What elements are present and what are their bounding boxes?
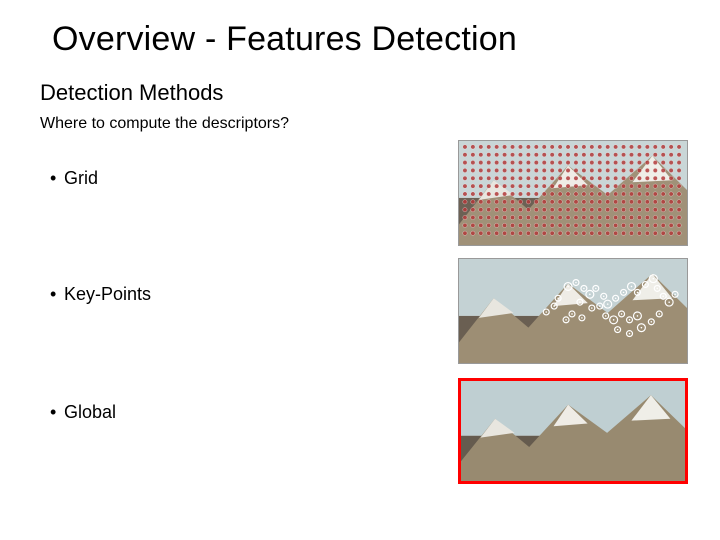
bullet-label: Key-Points bbox=[64, 284, 151, 304]
figure-global bbox=[458, 378, 688, 484]
bullet-grid: • Grid bbox=[50, 168, 98, 189]
bullet-label: Grid bbox=[64, 168, 98, 188]
bullet-global: • Global bbox=[50, 402, 116, 423]
slide-features-detection: Overview - Features Detection Detection … bbox=[0, 0, 720, 540]
slide-question: Where to compute the descriptors? bbox=[40, 115, 289, 133]
slide-subtitle: Detection Methods bbox=[40, 80, 223, 106]
bullet-dot-icon: • bbox=[50, 168, 56, 189]
figure-key-points bbox=[458, 258, 688, 364]
figure-grid bbox=[458, 140, 688, 246]
bullet-key-points: • Key-Points bbox=[50, 284, 151, 305]
bullet-dot-icon: • bbox=[50, 284, 56, 305]
bullet-dot-icon: • bbox=[50, 402, 56, 423]
slide-title: Overview - Features Detection bbox=[52, 20, 517, 59]
bullet-label: Global bbox=[64, 402, 116, 422]
